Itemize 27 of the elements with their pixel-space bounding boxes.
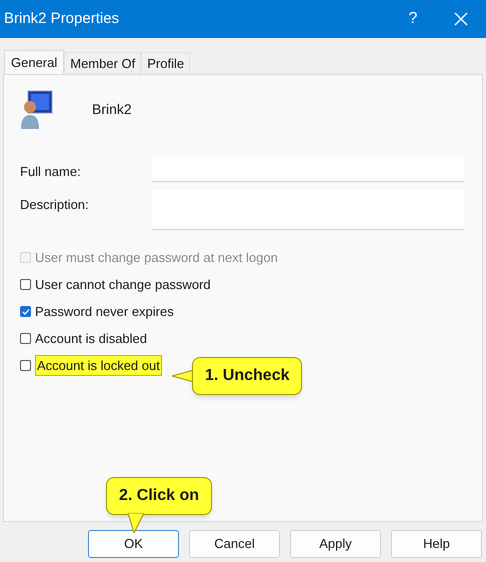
dialog-button[interactable]: Help (391, 530, 482, 558)
field-label: Full name: (20, 163, 82, 181)
tab[interactable]: Profile (141, 52, 190, 74)
text-field[interactable] (152, 157, 464, 182)
checkbox-label: Account is disabled (35, 330, 148, 348)
dialog-button[interactable]: Apply (290, 530, 381, 558)
checkbox-label: User cannot change password (35, 276, 211, 294)
help-button[interactable]: ? (390, 0, 436, 38)
window-title: Brink2 Properties (4, 8, 120, 29)
field-label: Description: (20, 196, 90, 214)
text-field[interactable] (152, 190, 464, 230)
user-name: Brink2 (92, 100, 132, 118)
checkbox[interactable] (20, 360, 31, 371)
tab[interactable]: Member Of (64, 52, 142, 74)
dialog-button[interactable]: OK (88, 530, 179, 558)
checkbox[interactable] (20, 306, 31, 317)
checkmark-icon (22, 308, 30, 316)
checkbox[interactable] (20, 279, 31, 290)
user-computer-icon (20, 89, 54, 129)
dialog-button[interactable]: Cancel (189, 530, 280, 558)
close-icon (454, 12, 468, 26)
tab[interactable]: General (4, 50, 64, 74)
checkbox-label: Account is locked out (35, 354, 162, 376)
callout-pointer (126, 513, 146, 533)
checkbox-label: Password never expires (35, 302, 174, 321)
checkbox-label: User must change password at next logon (35, 248, 278, 267)
checkbox[interactable] (20, 333, 31, 344)
